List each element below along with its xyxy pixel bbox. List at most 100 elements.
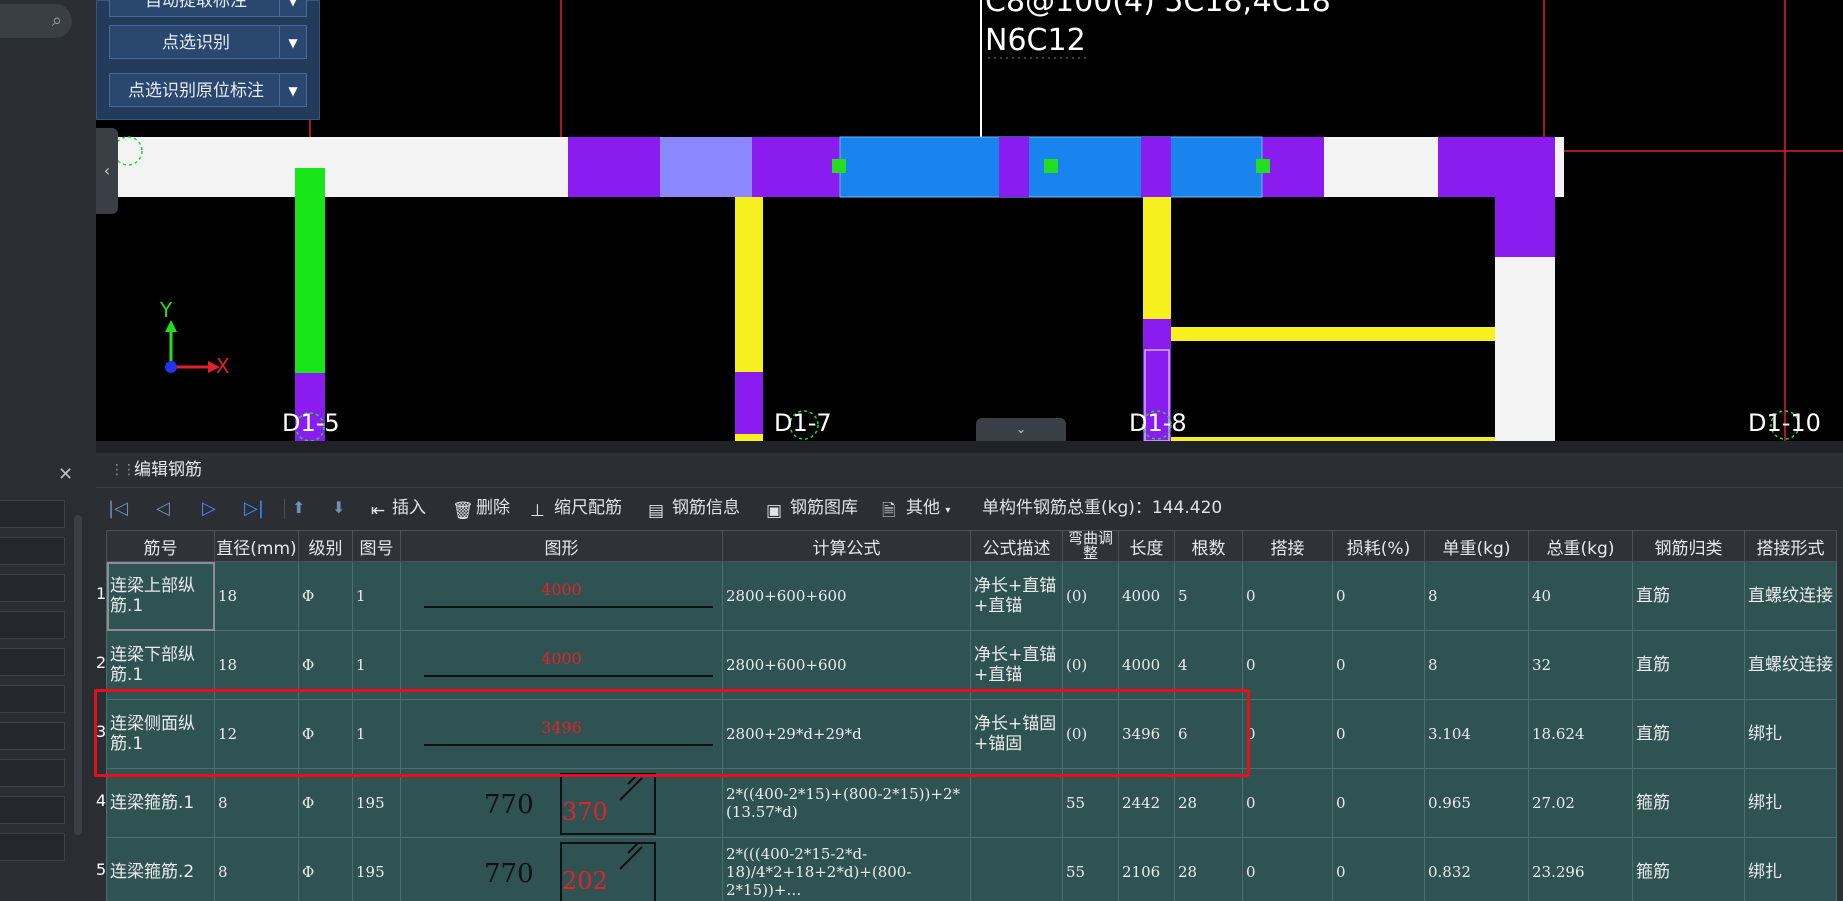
cell-bend[interactable]: (0): [1062, 561, 1119, 631]
column-header[interactable]: 级别: [298, 530, 353, 562]
cell-lap-type[interactable]: 绑扎: [1744, 699, 1837, 769]
cell-unit-weight[interactable]: 0.832: [1424, 837, 1529, 901]
cell-category[interactable]: 箍筋: [1632, 768, 1745, 838]
property-field[interactable]: [0, 833, 65, 861]
shape-dimension[interactable]: 4000: [404, 580, 719, 599]
column-header[interactable]: 图号: [352, 530, 401, 562]
cell-grade[interactable]: Φ: [298, 561, 353, 631]
cell-unit-weight[interactable]: 8: [1424, 561, 1529, 631]
cell-unit-weight[interactable]: 8: [1424, 630, 1529, 700]
cell-bend[interactable]: 55: [1062, 837, 1119, 901]
pick-recognize-inplace-button[interactable]: 点选识别原位标注 ▼: [109, 73, 307, 107]
cell-lap-type[interactable]: 直螺纹连接: [1744, 561, 1837, 631]
cell-category[interactable]: 直筋: [1632, 561, 1745, 631]
cell-loss[interactable]: 0: [1332, 630, 1425, 700]
close-icon[interactable]: ✕: [58, 464, 73, 485]
drag-handle-icon[interactable]: ⋮⋮: [110, 453, 136, 487]
row-number[interactable]: 1: [96, 559, 106, 628]
cell-description[interactable]: [970, 837, 1063, 901]
chevron-down-icon[interactable]: ▼: [279, 0, 306, 16]
column-header[interactable]: 单重(kg): [1424, 530, 1529, 562]
auto-extract-button[interactable]: 自动提取标注 ▼: [109, 0, 307, 17]
cell-formula[interactable]: 2*((400-2*15)+(800-2*15))+2*(13.57*d): [722, 768, 971, 838]
rebar-library-button[interactable]: ▣ 钢筋图库: [766, 496, 858, 521]
cell-total-weight[interactable]: 23.296: [1528, 837, 1633, 901]
scrollbar[interactable]: [74, 515, 82, 835]
cell-grade[interactable]: Φ: [298, 837, 353, 901]
cell-length[interactable]: 2106: [1118, 837, 1175, 901]
cell-unit-weight[interactable]: 0.965: [1424, 768, 1529, 838]
column-header[interactable]: 根数: [1174, 530, 1243, 562]
property-field[interactable]: [0, 759, 65, 787]
shape-dimension[interactable]: 4000: [404, 649, 719, 668]
property-field[interactable]: [0, 722, 65, 750]
cell-loss[interactable]: 0: [1332, 768, 1425, 838]
property-field[interactable]: [0, 574, 65, 602]
cell-formula[interactable]: 2800+600+600: [722, 561, 971, 631]
cell-count[interactable]: 28: [1174, 837, 1243, 901]
cell-lap[interactable]: 0: [1242, 561, 1333, 631]
scale-rebar-button[interactable]: ⊥ 缩尺配筋: [530, 496, 622, 521]
shape-dimension[interactable]: 770: [484, 859, 534, 889]
cell-bend[interactable]: 55: [1062, 768, 1119, 838]
column-header[interactable]: 公式描述: [970, 530, 1063, 562]
first-icon[interactable]: |◁: [108, 498, 128, 519]
cell-name[interactable]: 连梁上部纵筋.1: [106, 561, 215, 631]
cell-lap-type[interactable]: 绑扎: [1744, 837, 1837, 901]
cell-lap[interactable]: 0: [1242, 699, 1333, 769]
cell-category[interactable]: 直筋: [1632, 630, 1745, 700]
cell-shape[interactable]: 770 370: [400, 768, 723, 838]
other-dropdown[interactable]: 🗎 其他 ▾: [882, 496, 950, 521]
cell-shape[interactable]: 4000: [400, 561, 723, 631]
column-header[interactable]: 图形: [400, 530, 723, 562]
cell-loss[interactable]: 0: [1332, 837, 1425, 901]
cell-loss[interactable]: 0: [1332, 699, 1425, 769]
cell-total-weight[interactable]: 40: [1528, 561, 1633, 631]
cell-lap-type[interactable]: 绑扎: [1744, 768, 1837, 838]
drawing-canvas[interactable]: C8@100(4) 5C18;4C18 N6C12 Y X D1-5 D1-7 …: [96, 0, 1843, 441]
property-field[interactable]: [0, 648, 65, 676]
shape-dimension[interactable]: 202: [562, 867, 608, 895]
move-down-icon[interactable]: ⬇: [332, 498, 345, 517]
cell-unit-weight[interactable]: 3.104: [1424, 699, 1529, 769]
cell-length[interactable]: 4000: [1118, 561, 1175, 631]
row-number[interactable]: 5: [96, 835, 106, 901]
column-header[interactable]: 搭接: [1242, 530, 1333, 562]
collapse-down-icon[interactable]: ⌄: [976, 418, 1066, 441]
column-header[interactable]: 损耗(%): [1332, 530, 1425, 562]
column-header[interactable]: 弯曲调整: [1062, 530, 1119, 562]
shape-dimension[interactable]: 370: [562, 798, 608, 826]
cell-figure[interactable]: 195: [352, 837, 401, 901]
cell-category[interactable]: 箍筋: [1632, 837, 1745, 901]
row-number[interactable]: 2: [96, 628, 106, 697]
delete-button[interactable]: 🗑 删除: [452, 496, 510, 521]
rebar-info-button[interactable]: ▤ 钢筋信息: [648, 496, 740, 521]
cell-lap[interactable]: 0: [1242, 630, 1333, 700]
insert-button[interactable]: ⇤ 插入: [368, 496, 426, 521]
column-header[interactable]: 筋号: [106, 530, 215, 562]
cell-lap[interactable]: 0: [1242, 768, 1333, 838]
chevron-down-icon[interactable]: ▼: [279, 74, 306, 106]
chevron-down-icon[interactable]: ▼: [279, 26, 306, 58]
previous-icon[interactable]: ◁: [156, 498, 170, 519]
column-header[interactable]: 直径(mm): [214, 530, 299, 562]
property-field[interactable]: [0, 796, 65, 824]
cell-grade[interactable]: Φ: [298, 768, 353, 838]
column-header[interactable]: 总重(kg): [1528, 530, 1633, 562]
pick-recognize-button[interactable]: 点选识别 ▼: [109, 25, 307, 59]
column-header[interactable]: 长度: [1118, 530, 1175, 562]
column-header[interactable]: 钢筋归类: [1632, 530, 1745, 562]
cell-lap-type[interactable]: 直螺纹连接: [1744, 630, 1837, 700]
column-header[interactable]: 计算公式: [722, 530, 971, 562]
cell-count[interactable]: 5: [1174, 561, 1243, 631]
property-field[interactable]: [0, 685, 65, 713]
property-field[interactable]: [0, 500, 65, 528]
cell-shape[interactable]: 770 202: [400, 837, 723, 901]
cell-lap[interactable]: 0: [1242, 837, 1333, 901]
cell-diameter[interactable]: 8: [214, 768, 299, 838]
cell-diameter[interactable]: 18: [214, 561, 299, 631]
cell-description[interactable]: [970, 768, 1063, 838]
cell-length[interactable]: 2442: [1118, 768, 1175, 838]
cell-description[interactable]: 净长+直锚+直锚: [970, 561, 1063, 631]
shape-dimension[interactable]: 770: [484, 790, 534, 820]
